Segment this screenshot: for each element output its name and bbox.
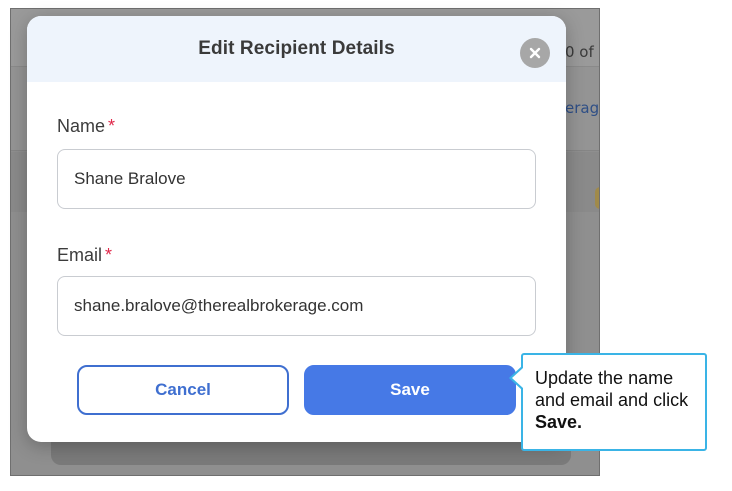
callout-text-bold: Save. bbox=[535, 412, 583, 432]
callout-text: Update the name and email and click bbox=[535, 368, 689, 410]
modal-header: Edit Recipient Details bbox=[27, 16, 566, 82]
name-label-text: Name bbox=[57, 116, 106, 136]
background-partial-link: erag bbox=[565, 99, 600, 117]
email-input[interactable] bbox=[57, 276, 536, 336]
callout-arrow-fill bbox=[512, 368, 523, 388]
modal-title: Edit Recipient Details bbox=[198, 38, 395, 59]
cancel-button[interactable]: Cancel bbox=[77, 365, 289, 415]
close-icon bbox=[529, 47, 541, 59]
background-indicator bbox=[595, 187, 599, 209]
required-indicator: * bbox=[105, 245, 113, 265]
email-label: Email * bbox=[57, 245, 112, 266]
instruction-callout: Update the name and email and click Save… bbox=[521, 353, 707, 451]
save-button[interactable]: Save bbox=[304, 365, 516, 415]
close-button[interactable] bbox=[520, 38, 550, 68]
edit-recipient-modal: Edit Recipient Details Name* Email* Canc… bbox=[27, 16, 566, 442]
name-label: Name * bbox=[57, 116, 115, 137]
email-label-text: Email bbox=[57, 245, 103, 265]
name-input[interactable] bbox=[57, 149, 536, 209]
background-partial-text: 0 of bbox=[565, 43, 594, 61]
required-indicator: * bbox=[108, 116, 116, 136]
